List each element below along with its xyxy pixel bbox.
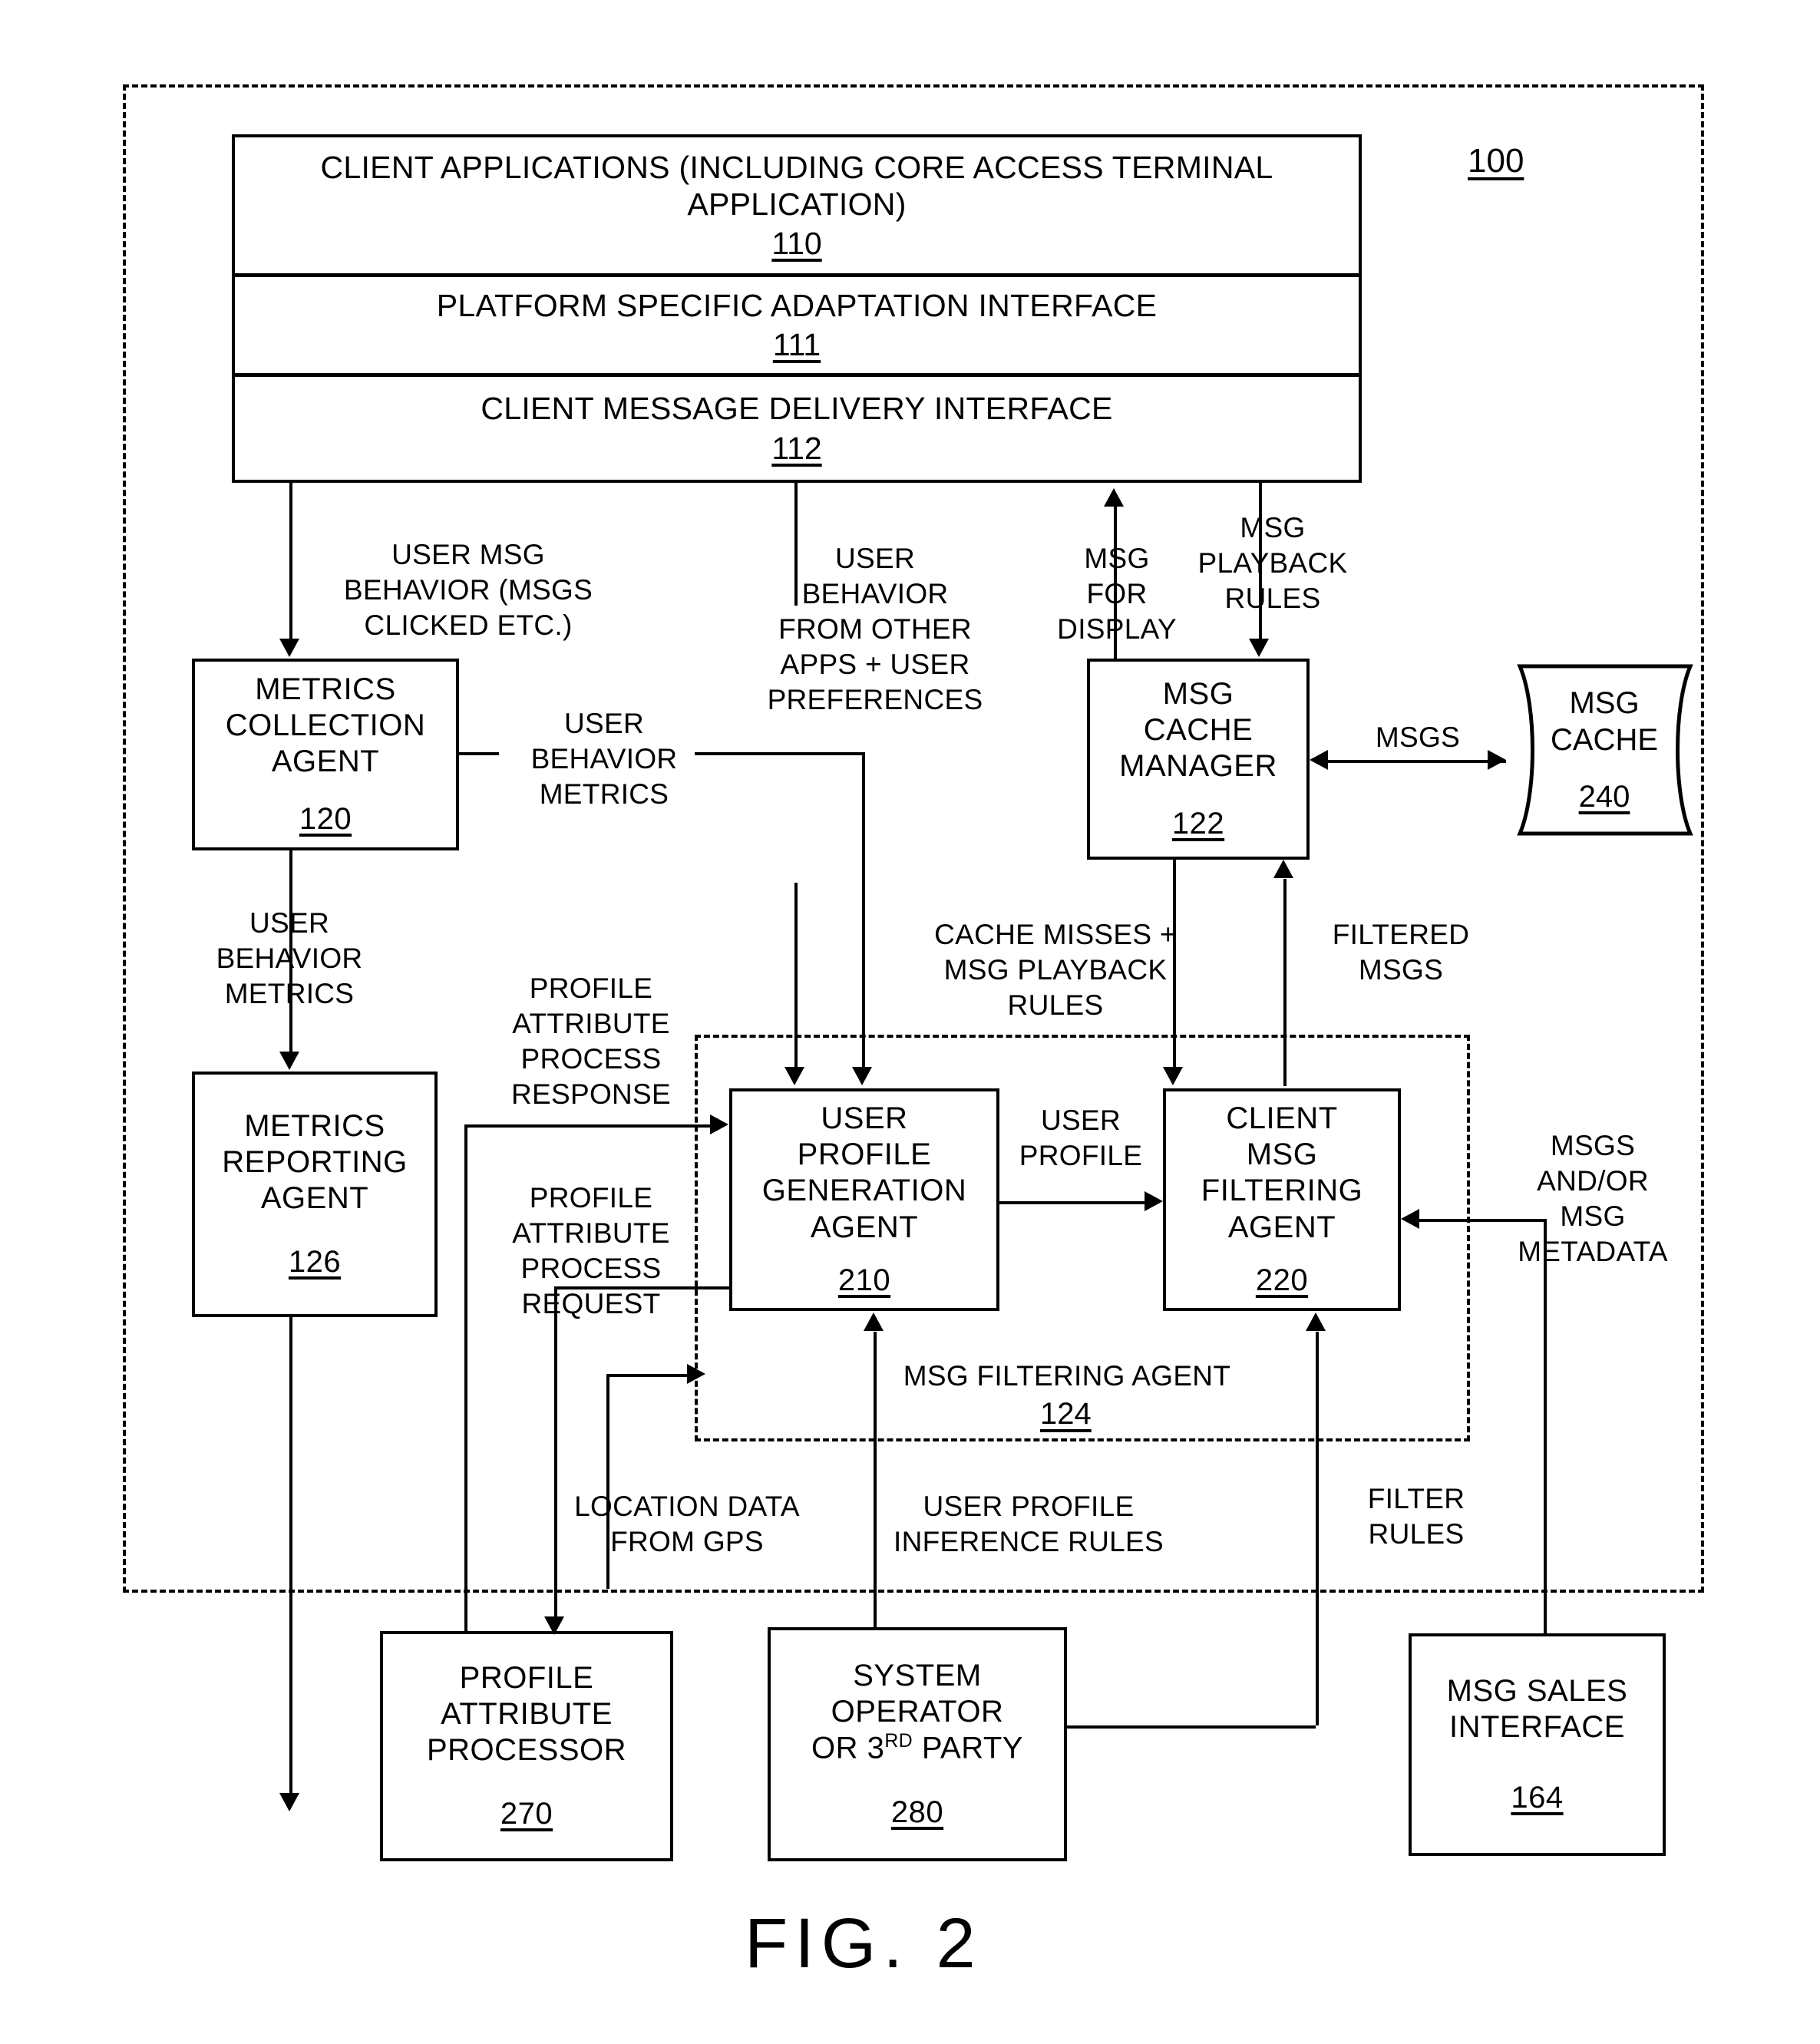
- msg-cache-manager-ref: 122: [1171, 807, 1225, 841]
- arrowhead-client-filter-in-user-profile: [1145, 1191, 1163, 1211]
- client-applications-box: CLIENT APPLICATIONS (INCLUDING CORE ACCE…: [232, 134, 1362, 276]
- connector-delivery-to-metrics-collection: [289, 483, 292, 639]
- arrowhead-client-filter-in-cache-misses: [1163, 1067, 1183, 1085]
- metrics-collection-agent-ref: 120: [299, 802, 352, 837]
- connector-attr-response-right: [464, 1124, 710, 1128]
- client-message-delivery-ref: 112: [771, 430, 822, 466]
- profile-attribute-processor-box: PROFILE ATTRIBUTE PROCESSOR 270: [380, 1631, 673, 1861]
- platform-adaptation-ref: 111: [772, 327, 821, 363]
- connector-inference-rules: [874, 1332, 877, 1627]
- label-msg-for-display: MSG FOR DISPLAY: [1057, 543, 1177, 645]
- arrowhead-cache-manager-in-filtered: [1273, 860, 1293, 878]
- connector-filtered-msgs: [1283, 879, 1287, 1086]
- arrowhead-attr-processor-in: [544, 1616, 564, 1635]
- metrics-reporting-agent-title: METRICS REPORTING AGENT: [222, 1108, 408, 1215]
- msg-cache-datastore: MSG CACHE 240: [1489, 662, 1719, 838]
- patent-figure-canvas: 100 CLIENT APPLICATIONS (INCLUDING CORE …: [0, 0, 1820, 2044]
- figure-caption: FIG. 2: [745, 1904, 983, 1983]
- connector-reporting-downstream: [289, 1317, 292, 1793]
- client-message-delivery-box: CLIENT MESSAGE DELIVERY INTERFACE 112: [232, 374, 1362, 483]
- msg-filtering-agent-region-ref: 124: [1040, 1397, 1092, 1431]
- connector-metrics-collection-out: [459, 752, 499, 755]
- user-profile-generation-agent-ref: 210: [837, 1263, 891, 1297]
- connector-attr-request-down: [554, 1286, 557, 1616]
- connector-msgs-metadata-v: [1544, 1219, 1547, 1595]
- arrowhead-profile-gen-in-gps: [687, 1364, 705, 1384]
- msg-sales-interface-box: MSG SALES INTERFACE 164: [1409, 1633, 1666, 1856]
- connector-bus-down-to-profile-gen: [862, 752, 865, 1067]
- connector-attr-response-up: [464, 1124, 467, 1631]
- label-filter-rules: FILTER RULES: [1367, 1483, 1465, 1550]
- connector-cache-manager-cache: [1328, 760, 1506, 763]
- metrics-reporting-agent-ref: 126: [288, 1245, 342, 1280]
- profile-attribute-processor-ref: 270: [500, 1797, 553, 1831]
- connector-filter-rules-h: [1067, 1725, 1316, 1729]
- client-msg-filtering-agent-ref: 220: [1255, 1263, 1309, 1297]
- client-msg-filtering-agent-box: CLIENT MSG FILTERING AGENT 220: [1163, 1088, 1401, 1311]
- label-user-msg-behavior: USER MSG BEHAVIOR (MSGS CLICKED ETC.): [343, 539, 593, 641]
- label-msg-playback-rules: MSG PLAYBACK RULES: [1197, 512, 1348, 614]
- profile-attribute-processor-title: PROFILE ATTRIBUTE PROCESSOR: [426, 1660, 627, 1767]
- client-applications-title: CLIENT APPLICATIONS (INCLUDING CORE ACCE…: [320, 149, 1273, 222]
- arrowhead-delivery-in-msg-display: [1104, 488, 1124, 507]
- arrowhead-profile-gen-in-top-b: [852, 1067, 872, 1085]
- msg-cache-manager-box: MSG CACHE MANAGER 122: [1087, 659, 1310, 860]
- connector-filter-rules-v: [1316, 1332, 1319, 1725]
- label-cache-misses: CACHE MISSES + MSG PLAYBACK RULES: [934, 919, 1177, 1021]
- label-profile-attribute-process-response: PROFILE ATTRIBUTE PROCESS RESPONSE: [510, 972, 671, 1110]
- connector-gps-right: [606, 1374, 687, 1377]
- msg-cache-title: MSG CACHE: [1550, 686, 1659, 757]
- connector-user-profile: [999, 1201, 1145, 1204]
- label-location-data-from-gps: LOCATION DATA FROM GPS: [574, 1491, 800, 1557]
- metrics-collection-agent-box: METRICS COLLECTION AGENT 120: [192, 659, 459, 850]
- user-profile-generation-agent-title: USER PROFILE GENERATION AGENT: [761, 1101, 967, 1244]
- label-user-behavior-metrics-horizontal: USER BEHAVIOR METRICS: [530, 708, 678, 810]
- arrowhead-profile-gen-in-top-a: [784, 1067, 804, 1085]
- system-operator-box: SYSTEM OPERATOR OR 3RD PARTY 280: [768, 1627, 1067, 1861]
- system-ref-number: 100: [1468, 142, 1524, 180]
- connector-delivery-to-profile-gen-b: [794, 883, 798, 1067]
- arrowhead-profile-gen-in-inference: [864, 1313, 884, 1331]
- msg-cache-ref: 240: [1578, 780, 1630, 814]
- msg-cache-manager-title: MSG CACHE MANAGER: [1119, 676, 1277, 783]
- label-user-behavior-metrics-vertical: USER BEHAVIOR METRICS: [216, 907, 363, 1009]
- arrowhead-metrics-reporting-in: [279, 1052, 299, 1070]
- user-profile-generation-agent-box: USER PROFILE GENERATION AGENT 210: [729, 1088, 999, 1311]
- client-applications-ref: 110: [771, 226, 822, 262]
- arrowhead-reporting-downstream: [279, 1793, 299, 1811]
- arrowhead-cache-manager-in-playback: [1249, 639, 1269, 657]
- arrowhead-cache-manager-in-msgs: [1310, 750, 1328, 770]
- arrowhead-metrics-collection-in: [279, 639, 299, 657]
- client-message-delivery-title: CLIENT MESSAGE DELIVERY INTERFACE: [481, 391, 1113, 427]
- system-operator-title: SYSTEM OPERATOR OR 3RD PARTY: [811, 1658, 1023, 1765]
- msg-filtering-agent-region-title: MSG FILTERING AGENT: [903, 1360, 1231, 1392]
- label-msgs-and-or-metadata: MSGS AND/OR MSG METADATA: [1518, 1130, 1668, 1267]
- connector-metrics-collection-to-bus: [695, 752, 865, 755]
- label-user-behavior-other-apps: USER BEHAVIOR FROM OTHER APPS + USER PRE…: [767, 543, 983, 715]
- label-user-profile: USER PROFILE: [1019, 1105, 1143, 1171]
- system-operator-ref: 280: [890, 1795, 944, 1829]
- client-msg-filtering-agent-title: CLIENT MSG FILTERING AGENT: [1201, 1101, 1363, 1244]
- connector-sales-interface-up: [1544, 1595, 1547, 1633]
- msg-sales-interface-ref: 164: [1511, 1780, 1564, 1815]
- platform-adaptation-title: PLATFORM SPECIFIC ADAPTATION INTERFACE: [436, 287, 1158, 323]
- label-profile-attribute-process-request: PROFILE ATTRIBUTE PROCESS REQUEST: [512, 1182, 670, 1319]
- label-msgs: MSGS: [1375, 722, 1461, 753]
- label-user-profile-inference-rules: USER PROFILE INFERENCE RULES: [893, 1491, 1164, 1557]
- msg-sales-interface-title: MSG SALES INTERFACE: [1446, 1674, 1628, 1745]
- metrics-reporting-agent-box: METRICS REPORTING AGENT 126: [192, 1072, 438, 1317]
- arrowhead-profile-gen-attr-response: [710, 1114, 728, 1134]
- arrowhead-client-filter-in-filter-rules: [1306, 1313, 1326, 1331]
- label-filtered-msgs: FILTERED MSGS: [1332, 919, 1470, 986]
- arrowhead-client-filter-in-metadata: [1401, 1209, 1419, 1229]
- platform-adaptation-box: PLATFORM SPECIFIC ADAPTATION INTERFACE 1…: [232, 274, 1362, 376]
- metrics-collection-agent-title: METRICS COLLECTION AGENT: [225, 672, 426, 778]
